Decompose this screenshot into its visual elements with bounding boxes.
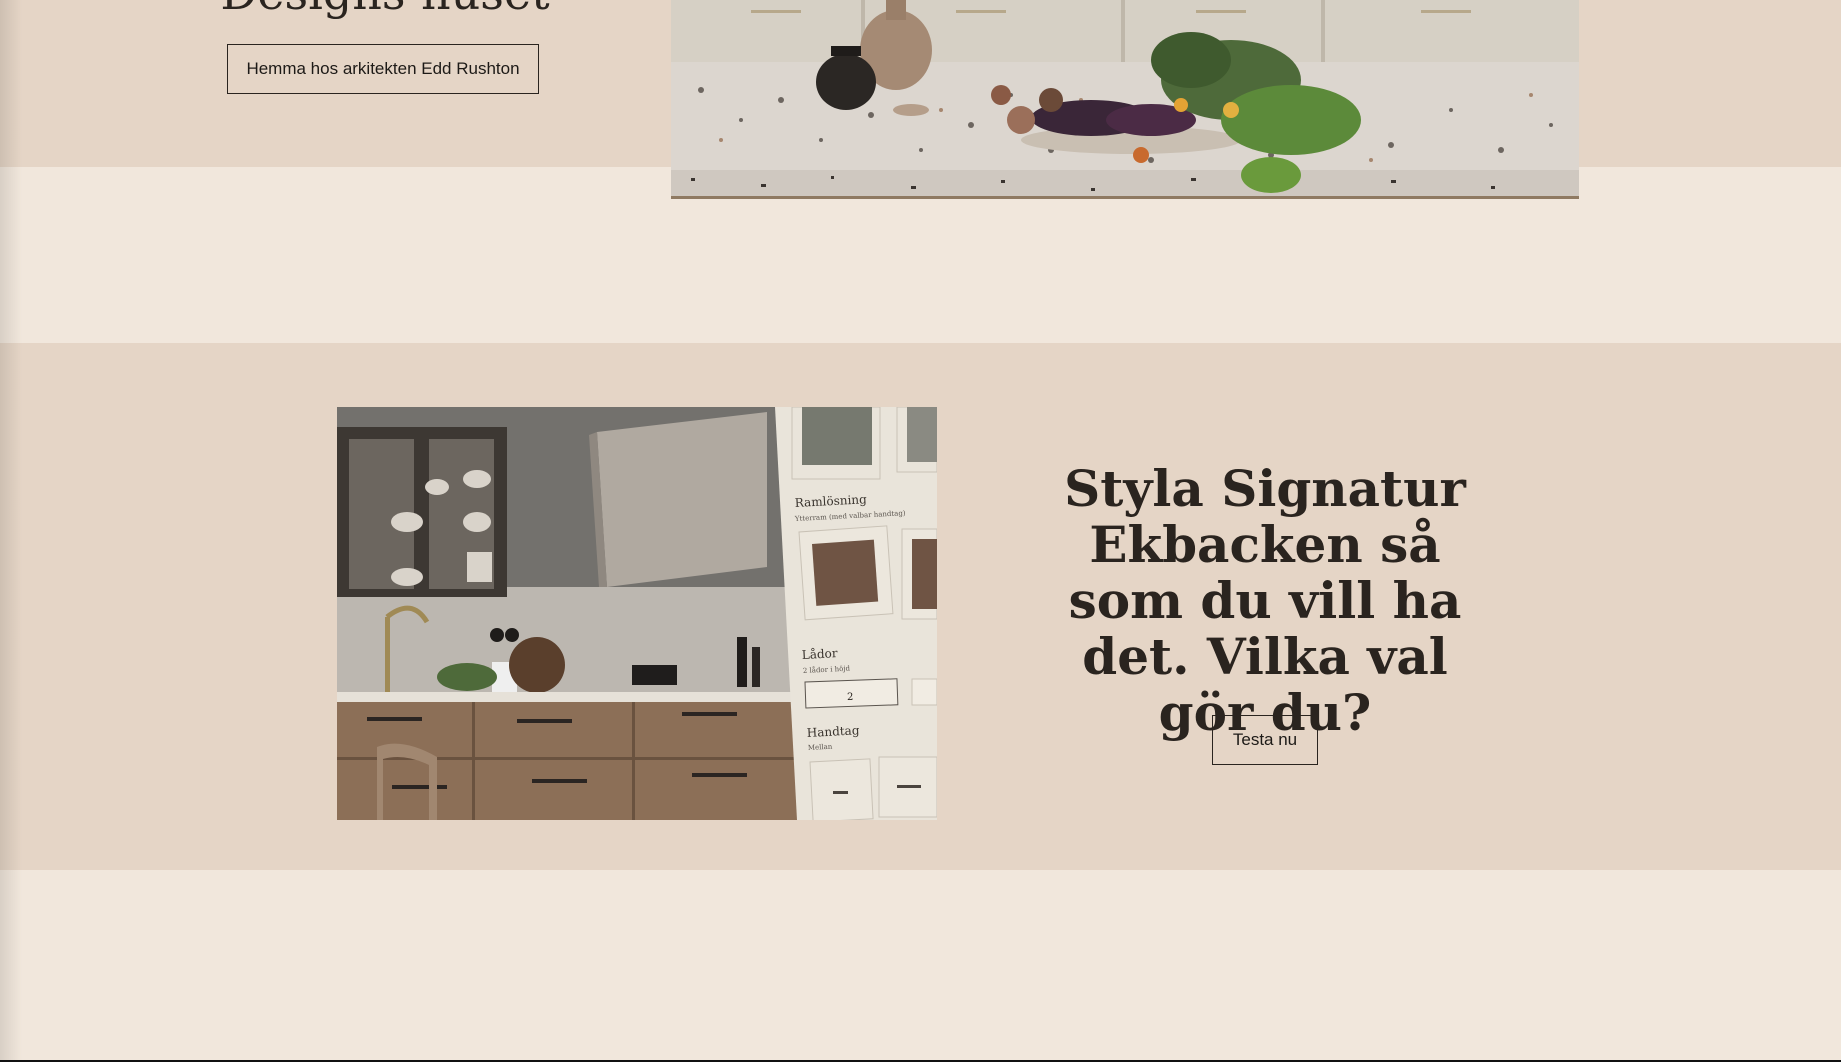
panel-drawers-label: Lådor: [801, 645, 838, 662]
hero-title: Designs-huset: [190, 0, 580, 20]
panel-drawers-value: 2: [847, 692, 853, 703]
configurator-title: Styla Signatur Ekbacken så som du vill h…: [1064, 459, 1466, 742]
panel-handle-sub: Mellan: [808, 743, 833, 752]
testa-nu-button[interactable]: Testa nu: [1212, 715, 1318, 765]
panel-handle-label: Handtag: [806, 723, 860, 740]
kitchen-countertop-photo[interactable]: [671, 0, 1579, 199]
configurator-section: Ramlösning Ytterram (med valbar handtag)…: [0, 343, 1841, 870]
kitchen-configurator-photo[interactable]: Ramlösning Ytterram (med valbar handtag)…: [337, 407, 937, 820]
edd-rushton-button[interactable]: Hemma hos arkitekten Edd Rushton: [227, 44, 539, 94]
